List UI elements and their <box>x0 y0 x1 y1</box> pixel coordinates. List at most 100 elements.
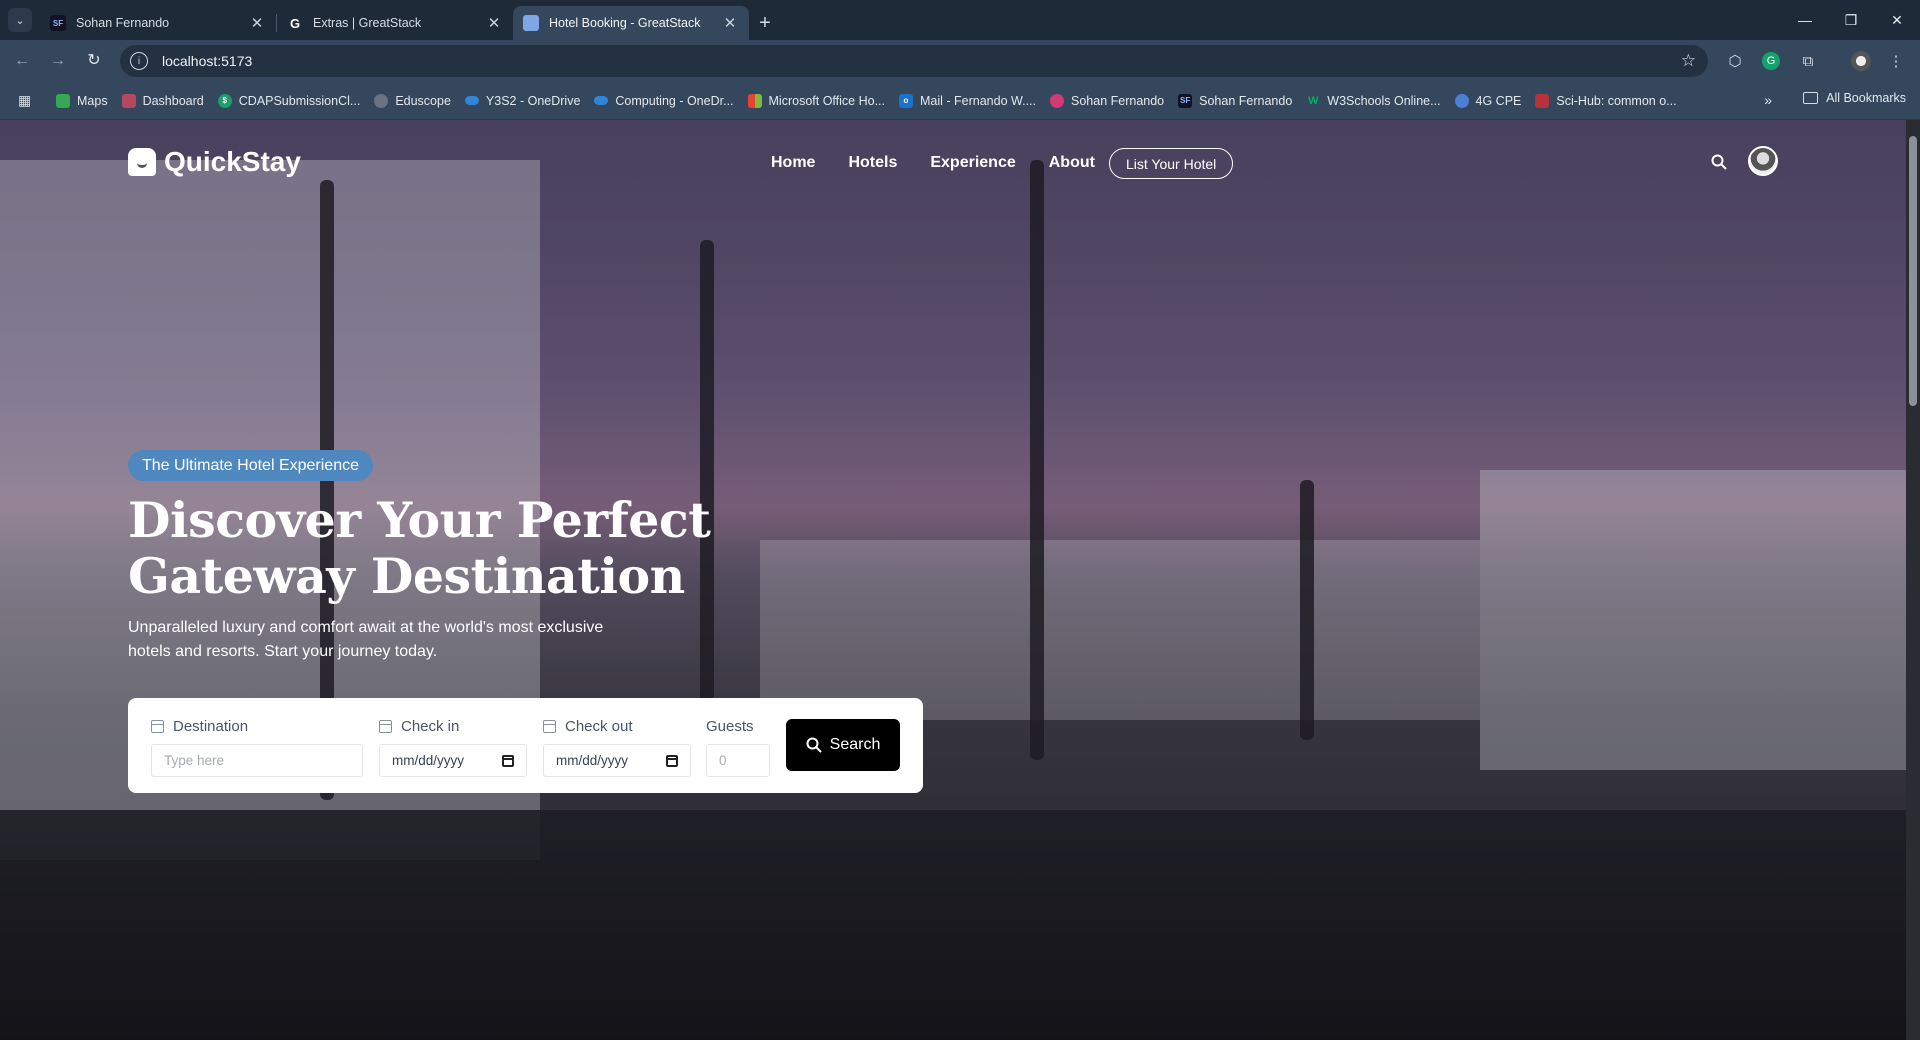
bookmark-label: Microsoft Office Ho... <box>768 93 885 108</box>
search-button[interactable]: Search <box>786 719 900 771</box>
nav-hotels-link[interactable]: Hotels <box>848 154 897 172</box>
bookmark-computing-onedrive[interactable]: Computing - OneDr... <box>594 94 734 108</box>
new-tab-button[interactable]: + <box>749 6 781 40</box>
bookmark-scihub[interactable]: Sci-Hub: common o... <box>1535 93 1677 108</box>
logo-icon <box>128 148 156 176</box>
browser-tab-extras[interactable]: G Extras | GreatStack ✕ <box>277 6 513 40</box>
reload-icon[interactable]: ↻ <box>84 51 104 71</box>
browser-tab-strip: ⌄ SF Sohan Fernando ✕ G Extras | GreatSt… <box>0 0 1920 40</box>
browser-tab-sohan-fernando[interactable]: SF Sohan Fernando ✕ <box>40 6 276 40</box>
bookmark-cdap[interactable]: $ CDAPSubmissionCl... <box>217 93 360 108</box>
dashboard-icon <box>121 93 136 108</box>
sf-icon: SF <box>1178 93 1193 108</box>
restore-icon[interactable]: ❐ <box>1828 0 1874 40</box>
checkin-placeholder: mm/dd/yyyy <box>392 753 465 768</box>
guests-field: Guests 0 <box>706 716 770 777</box>
w3-icon: W <box>1308 94 1319 107</box>
checkin-field: Check in mm/dd/yyyy <box>379 716 527 777</box>
checkout-date-input[interactable]: mm/dd/yyyy <box>543 744 691 777</box>
calendar-icon <box>379 719 392 733</box>
bookmark-eduscope[interactable]: Eduscope <box>374 93 451 108</box>
close-icon[interactable]: ✕ <box>721 14 739 32</box>
bookmark-4g-cpe[interactable]: 4G CPE <box>1454 93 1521 108</box>
dollar-icon: $ <box>217 93 232 108</box>
pool-reflection <box>0 810 1906 1040</box>
address-bar[interactable]: i localhost:5173 ☆ <box>120 45 1708 77</box>
grammarly-icon[interactable]: G <box>1760 50 1782 72</box>
checkout-label-row: Check out <box>543 716 691 736</box>
bookmark-office[interactable]: Microsoft Office Ho... <box>747 93 885 108</box>
building-shape <box>760 540 1480 720</box>
bookmark-sohan-1[interactable]: Sohan Fernando <box>1050 93 1164 108</box>
list-your-hotel-button[interactable]: List Your Hotel <box>1109 148 1234 179</box>
calendar-icon <box>543 719 556 733</box>
profile-avatar-icon[interactable] <box>1850 50 1872 72</box>
date-picker-icon[interactable] <box>666 754 678 767</box>
nav-home-link[interactable]: Home <box>771 154 815 172</box>
booking-form: Destination Type here Check in mm/dd/yyy… <box>128 698 923 793</box>
guests-input[interactable]: 0 <box>706 744 770 777</box>
bookmark-maps[interactable]: Maps <box>56 93 108 108</box>
nav-about-link[interactable]: About <box>1049 154 1095 172</box>
close-icon[interactable]: ✕ <box>485 14 503 32</box>
all-bookmarks-button[interactable]: All Bookmarks <box>1803 91 1906 105</box>
menu-kebab-icon[interactable]: ⋮ <box>1885 50 1907 72</box>
calendar-icon <box>151 719 164 733</box>
bookmark-mail[interactable]: o Mail - Fernando W.... <box>898 93 1036 108</box>
destination-input[interactable]: Type here <box>151 744 363 777</box>
hotel-icon <box>523 15 539 31</box>
checkin-label-row: Check in <box>379 716 527 736</box>
bookmark-star-icon[interactable]: ☆ <box>1681 51 1696 71</box>
bookmarks-bar: ▦ Maps Dashboard $ CDAPSubmissionCl... Ed… <box>0 82 1920 120</box>
checkout-field: Check out mm/dd/yyyy <box>543 716 691 777</box>
page-scrollbar[interactable] <box>1906 120 1920 1040</box>
search-icon <box>806 737 822 753</box>
guests-label: Guests <box>706 717 754 735</box>
browser-tab-hotel-booking[interactable]: Hotel Booking - GreatStack ✕ <box>513 6 749 40</box>
sf-icon: SF <box>50 15 66 31</box>
search-icon[interactable] <box>1711 154 1727 170</box>
checkout-placeholder: mm/dd/yyyy <box>556 753 629 768</box>
chevron-double-right-icon[interactable]: » <box>1764 92 1772 108</box>
close-window-icon[interactable]: ✕ <box>1874 0 1920 40</box>
back-icon[interactable]: ← <box>12 51 32 71</box>
greatstack-icon: G <box>289 15 301 31</box>
bookmark-label: Eduscope <box>395 93 451 108</box>
site-logo[interactable]: QuickStay <box>128 146 301 178</box>
palm-trunk <box>1300 480 1314 740</box>
url-text[interactable]: localhost:5173 <box>162 53 252 69</box>
checkout-label: Check out <box>565 717 633 735</box>
checkin-label: Check in <box>401 717 460 735</box>
bookmark-label: Dashboard <box>142 93 204 108</box>
extension-shield-icon[interactable]: ⬡ <box>1724 50 1746 72</box>
bookmark-w3schools[interactable]: W W3Schools Online... <box>1306 94 1440 108</box>
site-info-icon[interactable]: i <box>130 52 148 70</box>
office-icon <box>747 93 762 108</box>
tab-title: Extras | GreatStack <box>313 16 422 30</box>
maps-icon <box>56 93 70 108</box>
forward-icon[interactable]: → <box>48 51 68 71</box>
mail-icon: o <box>898 93 913 108</box>
tab-search-button[interactable]: ⌄ <box>8 8 32 32</box>
building-shape <box>1480 470 1906 770</box>
destination-label: Destination <box>173 717 249 735</box>
close-icon[interactable]: ✕ <box>248 14 266 32</box>
user-avatar[interactable] <box>1748 146 1778 176</box>
browser-toolbar: ← → ↻ i localhost:5173 ☆ ⬡ G ⧉ ⋮ <box>0 40 1920 82</box>
minimize-icon[interactable]: — <box>1782 0 1828 40</box>
apps-grid-icon[interactable]: ▦ <box>18 92 36 110</box>
checkin-date-input[interactable]: mm/dd/yyyy <box>379 744 527 777</box>
cloud-icon <box>594 96 609 105</box>
destination-label-row: Destination <box>151 716 363 736</box>
page-viewport: QuickStay Home Hotels Experience About L… <box>0 120 1906 1040</box>
scrollbar-thumb[interactable] <box>1909 136 1917 406</box>
destination-field: Destination Type here <box>151 716 363 777</box>
bookmark-sohan-2[interactable]: SF Sohan Fernando <box>1178 93 1292 108</box>
date-picker-icon[interactable] <box>502 754 514 767</box>
bookmark-y3s2-onedrive[interactable]: Y3S2 - OneDrive <box>464 93 581 108</box>
bookmark-label: Y3S2 - OneDrive <box>485 93 581 108</box>
bookmark-dashboard[interactable]: Dashboard <box>121 93 204 108</box>
nav-experience-link[interactable]: Experience <box>930 154 1015 172</box>
extensions-puzzle-icon[interactable]: ⧉ <box>1797 50 1819 72</box>
bookmark-label: Maps <box>77 93 108 108</box>
